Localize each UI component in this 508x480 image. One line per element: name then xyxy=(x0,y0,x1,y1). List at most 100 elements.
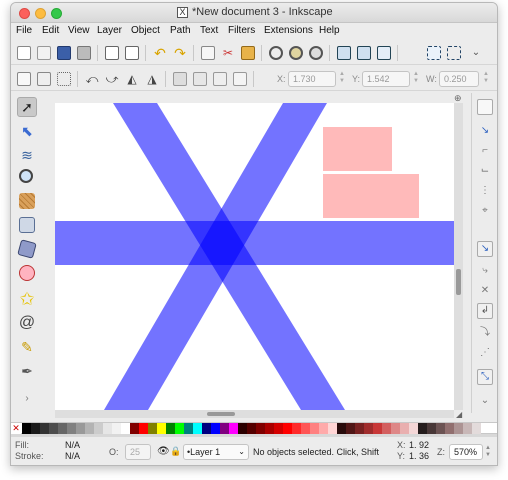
rectangle-tool-icon[interactable] xyxy=(19,217,35,233)
redo-icon[interactable]: ↷ xyxy=(173,46,187,60)
layer-dropdown[interactable]: •Layer 1 ⌄ xyxy=(183,444,249,460)
opacity-field[interactable]: 25 xyxy=(125,444,151,460)
menu-path[interactable]: Path xyxy=(170,25,191,36)
palette-swatch[interactable] xyxy=(355,423,364,434)
snap-bbox-center-icon[interactable]: ⌖ xyxy=(477,203,493,219)
lower-to-bottom-icon[interactable] xyxy=(233,72,247,86)
snap-grid-icon[interactable]: ⤡ xyxy=(477,369,493,385)
flip-horizontal-icon[interactable]: ◭ xyxy=(125,72,139,86)
menu-edit[interactable]: Edit xyxy=(42,25,59,36)
pencil-tool-icon[interactable]: ✎ xyxy=(17,337,37,357)
palette-swatch[interactable] xyxy=(283,423,292,434)
palette-swatch[interactable] xyxy=(229,423,238,434)
palette-swatch[interactable] xyxy=(292,423,301,434)
palette-swatch[interactable] xyxy=(328,423,337,434)
palette-swatch[interactable] xyxy=(121,423,130,434)
palette-swatch[interactable] xyxy=(67,423,76,434)
horizontal-scrollbar[interactable] xyxy=(55,410,454,418)
palette-swatch[interactable] xyxy=(391,423,400,434)
close-window-button[interactable] xyxy=(19,8,30,19)
undo-icon[interactable]: ↶ xyxy=(153,46,167,60)
palette-swatch[interactable] xyxy=(346,423,355,434)
snap-nodes-icon[interactable]: ↘ xyxy=(477,241,493,257)
stroke-value[interactable]: N/A xyxy=(65,451,80,461)
palette-swatch[interactable] xyxy=(454,423,463,434)
palette-swatch[interactable] xyxy=(58,423,67,434)
snap-bbox-corner-icon[interactable]: ⌙ xyxy=(477,163,493,179)
palette-swatch[interactable] xyxy=(94,423,103,434)
snap-smooth-icon[interactable]: ⤵ xyxy=(477,325,493,341)
palette-swatch[interactable] xyxy=(184,423,193,434)
save-icon[interactable] xyxy=(57,46,71,60)
palette-swatch[interactable] xyxy=(373,423,382,434)
tweak-tool-icon[interactable]: ≋ xyxy=(17,145,37,165)
menu-layer[interactable]: Layer xyxy=(97,25,122,36)
copy-icon[interactable] xyxy=(201,46,215,60)
lower-icon[interactable] xyxy=(213,72,227,86)
palette-swatch[interactable] xyxy=(157,423,166,434)
snap-enable-icon[interactable] xyxy=(477,99,493,115)
w-stepper[interactable]: ▲ ▼ xyxy=(481,71,491,87)
ellipse-tool-icon[interactable] xyxy=(19,265,35,281)
paste-icon[interactable] xyxy=(241,46,255,60)
menu-filters[interactable]: Filters xyxy=(228,25,255,36)
y-stepper[interactable]: ▲ ▼ xyxy=(411,71,421,87)
palette-swatch[interactable] xyxy=(256,423,265,434)
minimize-window-button[interactable] xyxy=(35,8,46,19)
star-tool-icon[interactable]: ✩ xyxy=(17,289,37,309)
pink-rectangle-bottom[interactable] xyxy=(323,174,419,218)
w-field[interactable]: 0.250 xyxy=(439,71,479,87)
clone-icon[interactable] xyxy=(357,46,371,60)
palette-swatch[interactable] xyxy=(472,423,481,434)
layer-lock-icon[interactable]: 🔒 xyxy=(170,446,181,457)
measure-tool-icon[interactable] xyxy=(19,193,35,209)
vertical-scroll-thumb[interactable] xyxy=(456,269,461,295)
zoom-stepper[interactable]: ▲ ▼ xyxy=(485,445,491,459)
palette-swatch[interactable] xyxy=(427,423,436,434)
x-stepper[interactable]: ▲ ▼ xyxy=(337,71,347,87)
palette-swatch[interactable] xyxy=(166,423,175,434)
palette-swatch[interactable] xyxy=(418,423,427,434)
palette-swatch[interactable] xyxy=(49,423,58,434)
spiral-tool-icon[interactable]: @ xyxy=(17,313,37,333)
palette-swatch[interactable] xyxy=(193,423,202,434)
palette-swatch[interactable] xyxy=(364,423,373,434)
palette-swatch[interactable] xyxy=(382,423,391,434)
palette-swatch[interactable] xyxy=(85,423,94,434)
menu-file[interactable]: File xyxy=(16,25,32,36)
palette-swatch[interactable] xyxy=(436,423,445,434)
snap-path-icon[interactable]: ⤷ xyxy=(477,263,493,279)
snap-more-chevron-icon[interactable]: ⌄ xyxy=(477,393,493,409)
snap-bbox-icon[interactable]: ↘ xyxy=(477,123,493,139)
new-doc-icon[interactable] xyxy=(17,46,31,60)
palette-swatch[interactable] xyxy=(76,423,85,434)
pen-tool-icon[interactable]: ✒ xyxy=(17,361,37,381)
export-icon[interactable] xyxy=(125,46,139,60)
open-icon[interactable] xyxy=(37,46,51,60)
flip-vertical-icon[interactable]: ◮ xyxy=(145,72,159,86)
snap-bbox-midpoint-icon[interactable]: ⋮ xyxy=(477,183,493,199)
palette-swatch[interactable] xyxy=(319,423,328,434)
snap-midpoint-icon[interactable]: ⋰ xyxy=(477,345,493,361)
menu-view[interactable]: View xyxy=(68,25,90,36)
zoom-selection-icon[interactable] xyxy=(269,46,283,60)
rotate-cw-icon[interactable]: ⤻ xyxy=(105,72,119,86)
no-paint-swatch[interactable]: ✕ xyxy=(11,423,21,434)
palette-swatch[interactable] xyxy=(202,423,211,434)
palette-swatch[interactable] xyxy=(238,423,247,434)
y-field[interactable]: 1.542 xyxy=(362,71,410,87)
palette-swatch[interactable] xyxy=(274,423,283,434)
x-field[interactable]: 1.730 xyxy=(288,71,336,87)
palette-swatch[interactable] xyxy=(220,423,229,434)
palette-swatch[interactable] xyxy=(211,423,220,434)
blue-horizontal-stripe[interactable] xyxy=(55,221,454,265)
palette-swatch[interactable] xyxy=(247,423,256,434)
unlink-clone-icon[interactable] xyxy=(377,46,391,60)
palette-swatch[interactable] xyxy=(400,423,409,434)
cut-icon[interactable]: ✂ xyxy=(221,46,235,60)
palette-swatch[interactable] xyxy=(301,423,310,434)
drawing-svg[interactable] xyxy=(55,103,454,410)
zoom-field[interactable]: 570% xyxy=(449,444,483,460)
pink-rectangle-top[interactable] xyxy=(323,127,392,171)
palette-swatch[interactable] xyxy=(310,423,319,434)
